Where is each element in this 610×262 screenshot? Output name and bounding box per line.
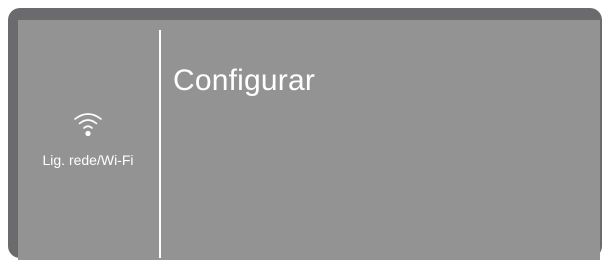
panel-divider [159, 30, 161, 258]
wifi-icon [74, 113, 102, 137]
main-panel: Configurar [173, 64, 315, 98]
page-title: Configurar [173, 64, 316, 97]
display-screen: Lig. rede/Wi-Fi Configurar [18, 20, 600, 260]
wifi-network-label: Lig. rede/Wi-Fi [42, 152, 134, 168]
wifi-network-button[interactable]: Lig. rede/Wi-Fi [18, 20, 158, 260]
